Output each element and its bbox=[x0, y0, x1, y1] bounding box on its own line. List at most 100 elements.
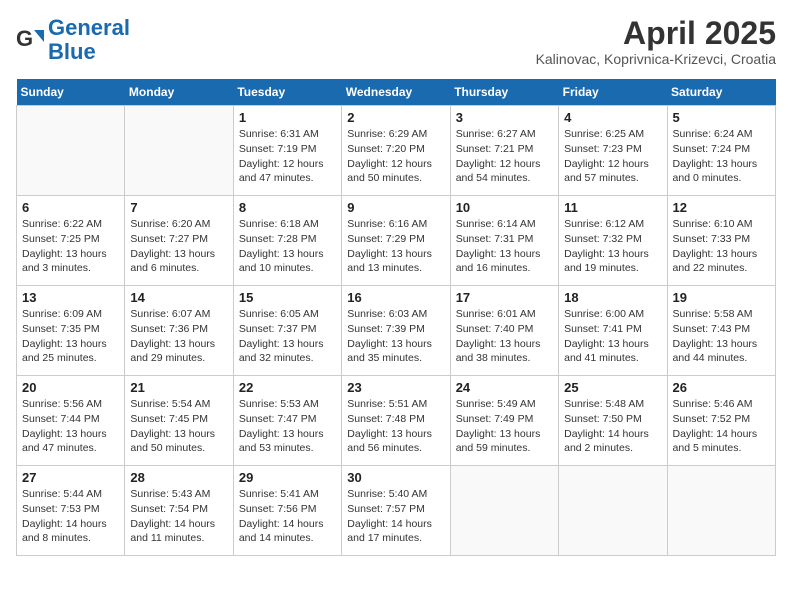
calendar-cell: 24 Sunrise: 5:49 AM Sunset: 7:49 PM Dayli… bbox=[450, 376, 558, 466]
day-number: 21 bbox=[130, 380, 227, 395]
calendar-cell: 29Sunrise: 5:41 AM Sunset: 7:56 PM Dayli… bbox=[233, 466, 341, 556]
day-number: 2 bbox=[347, 110, 444, 125]
day-info: Sunrise: 5:40 AM Sunset: 7:57 PM Dayligh… bbox=[347, 487, 444, 546]
day-number: 16 bbox=[347, 290, 444, 305]
calendar-week-row: 13 Sunrise: 6:09 AM Sunset: 7:35 PM Dayli… bbox=[17, 286, 776, 376]
calendar-week-row: 27 Sunrise: 5:44 AM Sunset: 7:53 PM Dayli… bbox=[17, 466, 776, 556]
day-number: 25 bbox=[564, 380, 661, 395]
calendar-cell: 6 Sunrise: 6:22 AM Sunset: 7:25 PM Daylig… bbox=[17, 196, 125, 286]
calendar-cell: 13 Sunrise: 6:09 AM Sunset: 7:35 PM Dayli… bbox=[17, 286, 125, 376]
calendar-cell: 7 Sunrise: 6:20 AM Sunset: 7:27 PM Daylig… bbox=[125, 196, 233, 286]
calendar-cell bbox=[667, 466, 775, 556]
day-number: 27 bbox=[22, 470, 119, 485]
logo-text: General Blue bbox=[48, 16, 130, 64]
day-of-week-header: Friday bbox=[559, 79, 667, 106]
day-info: Sunrise: 6:09 AM Sunset: 7:35 PM Dayligh… bbox=[22, 307, 119, 366]
day-info: Sunrise: 5:49 AM Sunset: 7:49 PM Dayligh… bbox=[456, 397, 553, 456]
calendar-cell: 23 Sunrise: 5:51 AM Sunset: 7:48 PM Dayli… bbox=[342, 376, 450, 466]
location: Kalinovac, Koprivnica-Krizevci, Croatia bbox=[536, 51, 776, 67]
day-number: 24 bbox=[456, 380, 553, 395]
day-info: Sunrise: 5:53 AM Sunset: 7:47 PM Dayligh… bbox=[239, 397, 336, 456]
day-number: 4 bbox=[564, 110, 661, 125]
calendar-cell: 2Sunrise: 6:29 AM Sunset: 7:20 PM Daylig… bbox=[342, 106, 450, 196]
day-info: Sunrise: 5:58 AM Sunset: 7:43 PM Dayligh… bbox=[673, 307, 770, 366]
day-of-week-header: Thursday bbox=[450, 79, 558, 106]
day-number: 5 bbox=[673, 110, 770, 125]
day-number: 8 bbox=[239, 200, 336, 215]
calendar-cell: 26 Sunrise: 5:46 AM Sunset: 7:52 PM Dayli… bbox=[667, 376, 775, 466]
day-number: 17 bbox=[456, 290, 553, 305]
day-info: Sunrise: 5:46 AM Sunset: 7:52 PM Dayligh… bbox=[673, 397, 770, 456]
day-number: 28 bbox=[130, 470, 227, 485]
day-number: 23 bbox=[347, 380, 444, 395]
day-number: 13 bbox=[22, 290, 119, 305]
day-info: Sunrise: 5:48 AM Sunset: 7:50 PM Dayligh… bbox=[564, 397, 661, 456]
calendar-cell: 30 Sunrise: 5:40 AM Sunset: 7:57 PM Dayli… bbox=[342, 466, 450, 556]
day-number: 1 bbox=[239, 110, 336, 125]
day-of-week-header: Monday bbox=[125, 79, 233, 106]
day-number: 6 bbox=[22, 200, 119, 215]
calendar-cell bbox=[450, 466, 558, 556]
calendar-week-row: 20 Sunrise: 5:56 AM Sunset: 7:44 PM Dayli… bbox=[17, 376, 776, 466]
day-info: Sunrise: 5:44 AM Sunset: 7:53 PM Dayligh… bbox=[22, 487, 119, 546]
calendar-cell: 20 Sunrise: 5:56 AM Sunset: 7:44 PM Dayli… bbox=[17, 376, 125, 466]
calendar-cell: 18Sunrise: 6:00 AM Sunset: 7:41 PM Dayli… bbox=[559, 286, 667, 376]
day-number: 12 bbox=[673, 200, 770, 215]
day-number: 14 bbox=[130, 290, 227, 305]
logo-icon: G bbox=[16, 26, 44, 54]
day-info: Sunrise: 6:14 AM Sunset: 7:31 PM Dayligh… bbox=[456, 217, 553, 276]
calendar-cell: 8Sunrise: 6:18 AM Sunset: 7:28 PM Daylig… bbox=[233, 196, 341, 286]
day-info: Sunrise: 6:01 AM Sunset: 7:40 PM Dayligh… bbox=[456, 307, 553, 366]
day-of-week-header: Wednesday bbox=[342, 79, 450, 106]
calendar-cell: 4Sunrise: 6:25 AM Sunset: 7:23 PM Daylig… bbox=[559, 106, 667, 196]
day-info: Sunrise: 6:12 AM Sunset: 7:32 PM Dayligh… bbox=[564, 217, 661, 276]
day-number: 7 bbox=[130, 200, 227, 215]
calendar-body: 1 Sunrise: 6:31 AM Sunset: 7:19 PM Daylig… bbox=[17, 106, 776, 556]
svg-text:G: G bbox=[16, 26, 33, 51]
day-info: Sunrise: 6:22 AM Sunset: 7:25 PM Dayligh… bbox=[22, 217, 119, 276]
day-number: 19 bbox=[673, 290, 770, 305]
day-number: 22 bbox=[239, 380, 336, 395]
day-info: Sunrise: 6:05 AM Sunset: 7:37 PM Dayligh… bbox=[239, 307, 336, 366]
calendar-cell bbox=[125, 106, 233, 196]
day-number: 11 bbox=[564, 200, 661, 215]
day-info: Sunrise: 5:43 AM Sunset: 7:54 PM Dayligh… bbox=[130, 487, 227, 546]
day-info: Sunrise: 6:24 AM Sunset: 7:24 PM Dayligh… bbox=[673, 127, 770, 186]
calendar-cell: 27 Sunrise: 5:44 AM Sunset: 7:53 PM Dayli… bbox=[17, 466, 125, 556]
calendar-cell: 28 Sunrise: 5:43 AM Sunset: 7:54 PM Dayli… bbox=[125, 466, 233, 556]
title-block: April 2025 Kalinovac, Koprivnica-Krizevc… bbox=[536, 16, 776, 67]
day-number: 9 bbox=[347, 200, 444, 215]
day-info: Sunrise: 5:51 AM Sunset: 7:48 PM Dayligh… bbox=[347, 397, 444, 456]
calendar-cell: 17 Sunrise: 6:01 AM Sunset: 7:40 PM Dayli… bbox=[450, 286, 558, 376]
calendar-cell: 11 Sunrise: 6:12 AM Sunset: 7:32 PM Dayli… bbox=[559, 196, 667, 286]
calendar-cell: 21 Sunrise: 5:54 AM Sunset: 7:45 PM Dayli… bbox=[125, 376, 233, 466]
calendar-cell: 10 Sunrise: 6:14 AM Sunset: 7:31 PM Dayli… bbox=[450, 196, 558, 286]
calendar-cell: 16Sunrise: 6:03 AM Sunset: 7:39 PM Dayli… bbox=[342, 286, 450, 376]
day-info: Sunrise: 5:56 AM Sunset: 7:44 PM Dayligh… bbox=[22, 397, 119, 456]
day-of-week-header: Tuesday bbox=[233, 79, 341, 106]
calendar-cell: 1 Sunrise: 6:31 AM Sunset: 7:19 PM Daylig… bbox=[233, 106, 341, 196]
calendar-cell: 12 Sunrise: 6:10 AM Sunset: 7:33 PM Dayli… bbox=[667, 196, 775, 286]
page-header: G General Blue April 2025 Kalinovac, Kop… bbox=[16, 16, 776, 67]
day-number: 26 bbox=[673, 380, 770, 395]
month-title: April 2025 bbox=[536, 16, 776, 51]
day-number: 3 bbox=[456, 110, 553, 125]
calendar-week-row: 1 Sunrise: 6:31 AM Sunset: 7:19 PM Daylig… bbox=[17, 106, 776, 196]
day-info: Sunrise: 6:20 AM Sunset: 7:27 PM Dayligh… bbox=[130, 217, 227, 276]
day-info: Sunrise: 6:00 AM Sunset: 7:41 PM Dayligh… bbox=[564, 307, 661, 366]
day-info: Sunrise: 6:10 AM Sunset: 7:33 PM Dayligh… bbox=[673, 217, 770, 276]
day-number: 20 bbox=[22, 380, 119, 395]
calendar-cell: 25 Sunrise: 5:48 AM Sunset: 7:50 PM Dayli… bbox=[559, 376, 667, 466]
day-number: 30 bbox=[347, 470, 444, 485]
day-info: Sunrise: 6:16 AM Sunset: 7:29 PM Dayligh… bbox=[347, 217, 444, 276]
day-info: Sunrise: 6:31 AM Sunset: 7:19 PM Dayligh… bbox=[239, 127, 336, 186]
calendar-cell: 15Sunrise: 6:05 AM Sunset: 7:37 PM Dayli… bbox=[233, 286, 341, 376]
day-number: 29 bbox=[239, 470, 336, 485]
calendar-week-row: 6 Sunrise: 6:22 AM Sunset: 7:25 PM Daylig… bbox=[17, 196, 776, 286]
calendar-cell bbox=[559, 466, 667, 556]
day-number: 10 bbox=[456, 200, 553, 215]
day-info: Sunrise: 5:54 AM Sunset: 7:45 PM Dayligh… bbox=[130, 397, 227, 456]
day-of-week-header: Saturday bbox=[667, 79, 775, 106]
calendar-cell bbox=[17, 106, 125, 196]
calendar-cell: 3Sunrise: 6:27 AM Sunset: 7:21 PM Daylig… bbox=[450, 106, 558, 196]
